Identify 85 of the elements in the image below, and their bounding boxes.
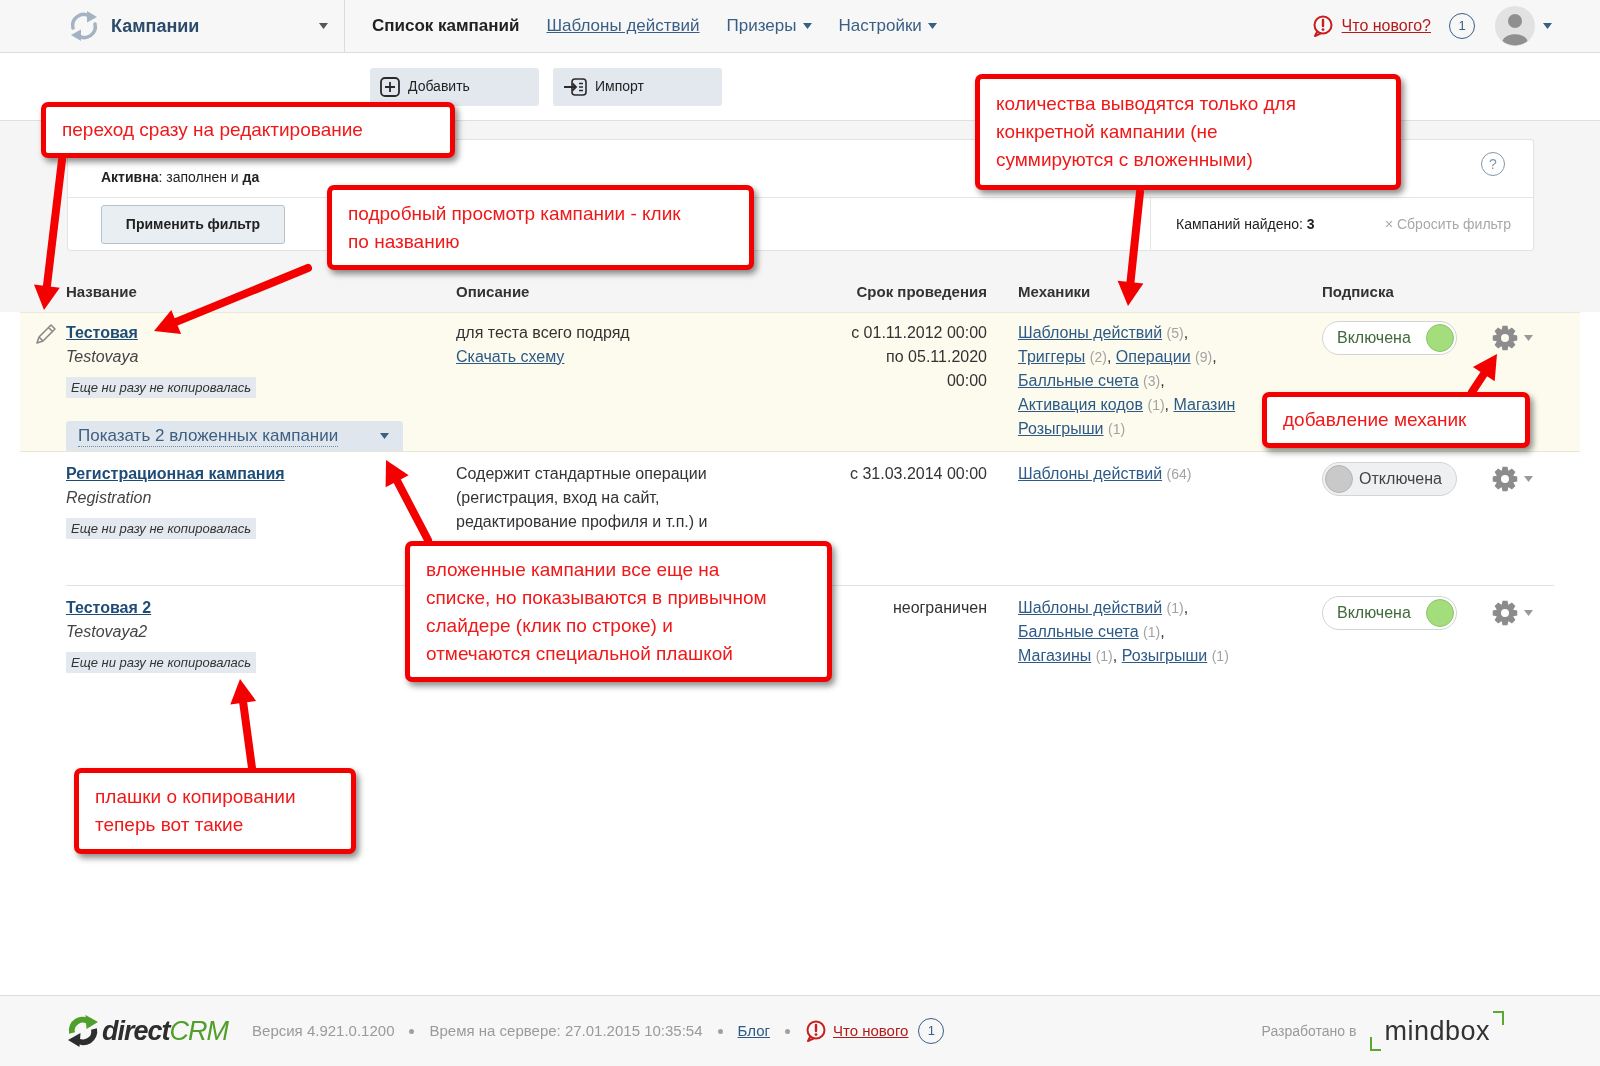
mechanic-link[interactable]: Балльные счета [1018,372,1139,389]
mechanic-link[interactable]: Шаблоны действий [1018,324,1163,341]
campaign-name-link[interactable]: Тестовая 2 [66,599,152,616]
separator-dot-icon [717,1028,723,1034]
subscription-toggle[interactable]: Включена [1322,321,1457,355]
annotation-callout: подробный просмотр кампании - клик по названию [327,185,754,270]
campaign-code: Testovaya [66,347,140,367]
toggle-knob-icon [1426,324,1454,352]
nested-campaigns-button[interactable]: Показать 2 вложенных кампании [66,421,403,451]
period-text: неограничен [891,598,987,618]
campaign-name-link[interactable]: Тестовая [66,324,138,341]
subscription-toggle[interactable]: Отключена [1322,462,1457,496]
description-text: для теста всего подряд [456,323,631,343]
subscription-toggle[interactable]: Включена [1322,596,1457,630]
mechanic-link[interactable]: Шаблоны действий [1018,465,1163,482]
copy-status-label: Еще ни разу не копировалась [66,518,257,539]
copy-status-label: Еще ни разу не копировалась [66,377,257,398]
product-title: Кампании [111,14,200,38]
import-icon [563,77,587,96]
caret-icon[interactable] [1543,23,1552,29]
period-text: с 31.03.2014 00:00 [849,464,987,484]
annotation-callout: добавление механик [1262,392,1530,448]
avatar-icon[interactable] [1495,6,1535,46]
whats-new-link[interactable]: Что нового? [1341,14,1431,38]
add-button[interactable]: Добавить [370,67,539,106]
column-header: Срок проведения [856,283,987,300]
settings-icon[interactable] [1492,466,1518,492]
alert-icon [1311,15,1334,37]
corner-bracket-icon [1370,1037,1382,1051]
column-header: Название [66,283,137,300]
caret-icon[interactable] [380,433,389,439]
separator-dot-icon [784,1028,790,1034]
nav-tab[interactable]: Настройки [838,13,937,39]
description-text: Содержит стандартные операции (регистрация, вход на сайт, редактирование профиля и т.п.) и [456,464,709,532]
mechanic-link[interactable]: Триггеры [1018,348,1086,365]
annotation-callout: вложенные кампании все еще на списке, но показываются в привычном слайдере (клик по строке) и отмечаются специальной плашкой [405,541,832,682]
mechanics-text: Шаблоны действий (5), Триггеры (2), Операции (9), Балльные счета (3), Активация кодов (1), Магазин Розыгрыши (1) [1018,323,1237,439]
nav-tab[interactable]: Шаблоны действий [546,13,700,39]
edit-icon[interactable] [34,322,58,347]
version-text: Версия 4.921.0.1200 [252,1020,395,1041]
mechanics-text: Шаблоны действий (1), Балльные счета (1), Магазины (1), Розыгрыши (1) [1018,598,1230,666]
mechanics-text: Шаблоны действий (64) [1018,464,1192,484]
product-logo: directCRM [102,1014,229,1048]
plus-icon [380,76,400,97]
filter-summary: Активна: заполнен и да [101,168,260,187]
mechanic-link[interactable]: Розыгрыши [1018,420,1104,437]
nav-tab[interactable]: Список кампаний [372,13,520,39]
settings-icon[interactable] [1492,600,1518,626]
corner-bracket-icon [1493,1011,1504,1025]
server-time-text: Время на сервере: 27.01.2015 10:35:54 [429,1020,703,1041]
download-link[interactable]: Скачать схему [456,345,565,369]
caret-icon[interactable] [927,23,937,29]
column-header: Механики [1018,283,1091,300]
mechanic-link[interactable]: Розыгрыши [1121,647,1208,664]
mechanic-link[interactable]: Активация кодов [1018,396,1143,413]
mechanic-link[interactable]: Магазин [1173,396,1236,413]
annotation-callout: переход сразу на редактирование [41,102,455,158]
separator-dot-icon [409,1028,415,1034]
annotation-callout: количества выводятся только для конкретной кампании (не суммируются с вложенными) [975,74,1401,190]
developer-logo: mindbox [1384,1014,1490,1048]
mechanic-link[interactable]: Магазины [1018,647,1092,664]
caret-icon[interactable] [802,23,812,29]
copy-status-label: Еще ни разу не копировалась [66,652,257,673]
developer-label: Разработано в [1261,1021,1357,1041]
apply-filter-button[interactable]: Применить фильтр [101,205,285,244]
toggle-knob-icon [1426,599,1454,627]
mechanic-link[interactable]: Шаблоны действий [1018,599,1163,616]
blog-link[interactable]: Блог [737,1019,770,1043]
import-button[interactable]: Импорт [553,67,722,106]
annotation-callout: плашки о копировании теперь вот такие [74,768,356,854]
period-text: с 01.11.2012 00:00 по 05.11.2020 00:00 [850,323,987,391]
toggle-knob-icon [1325,465,1353,493]
mechanic-link[interactable]: Операции [1115,348,1191,365]
settings-icon[interactable] [1492,325,1518,351]
alert-icon [804,1020,827,1042]
logo-icon [66,1014,100,1048]
campaign-name-link[interactable]: Регистрационная кампания [66,465,285,482]
column-header: Подписка [1322,283,1394,300]
results-count-text: Кампаний найдено: 3 [1176,215,1315,234]
whats-new-link[interactable]: Что нового [832,1019,909,1043]
column-header: Описание [456,283,530,300]
mechanic-link[interactable]: Балльные счета [1018,623,1139,640]
campaign-code: Registration [66,488,153,508]
caret-icon[interactable] [319,23,328,29]
nav-tab[interactable]: Призеры [726,13,812,39]
